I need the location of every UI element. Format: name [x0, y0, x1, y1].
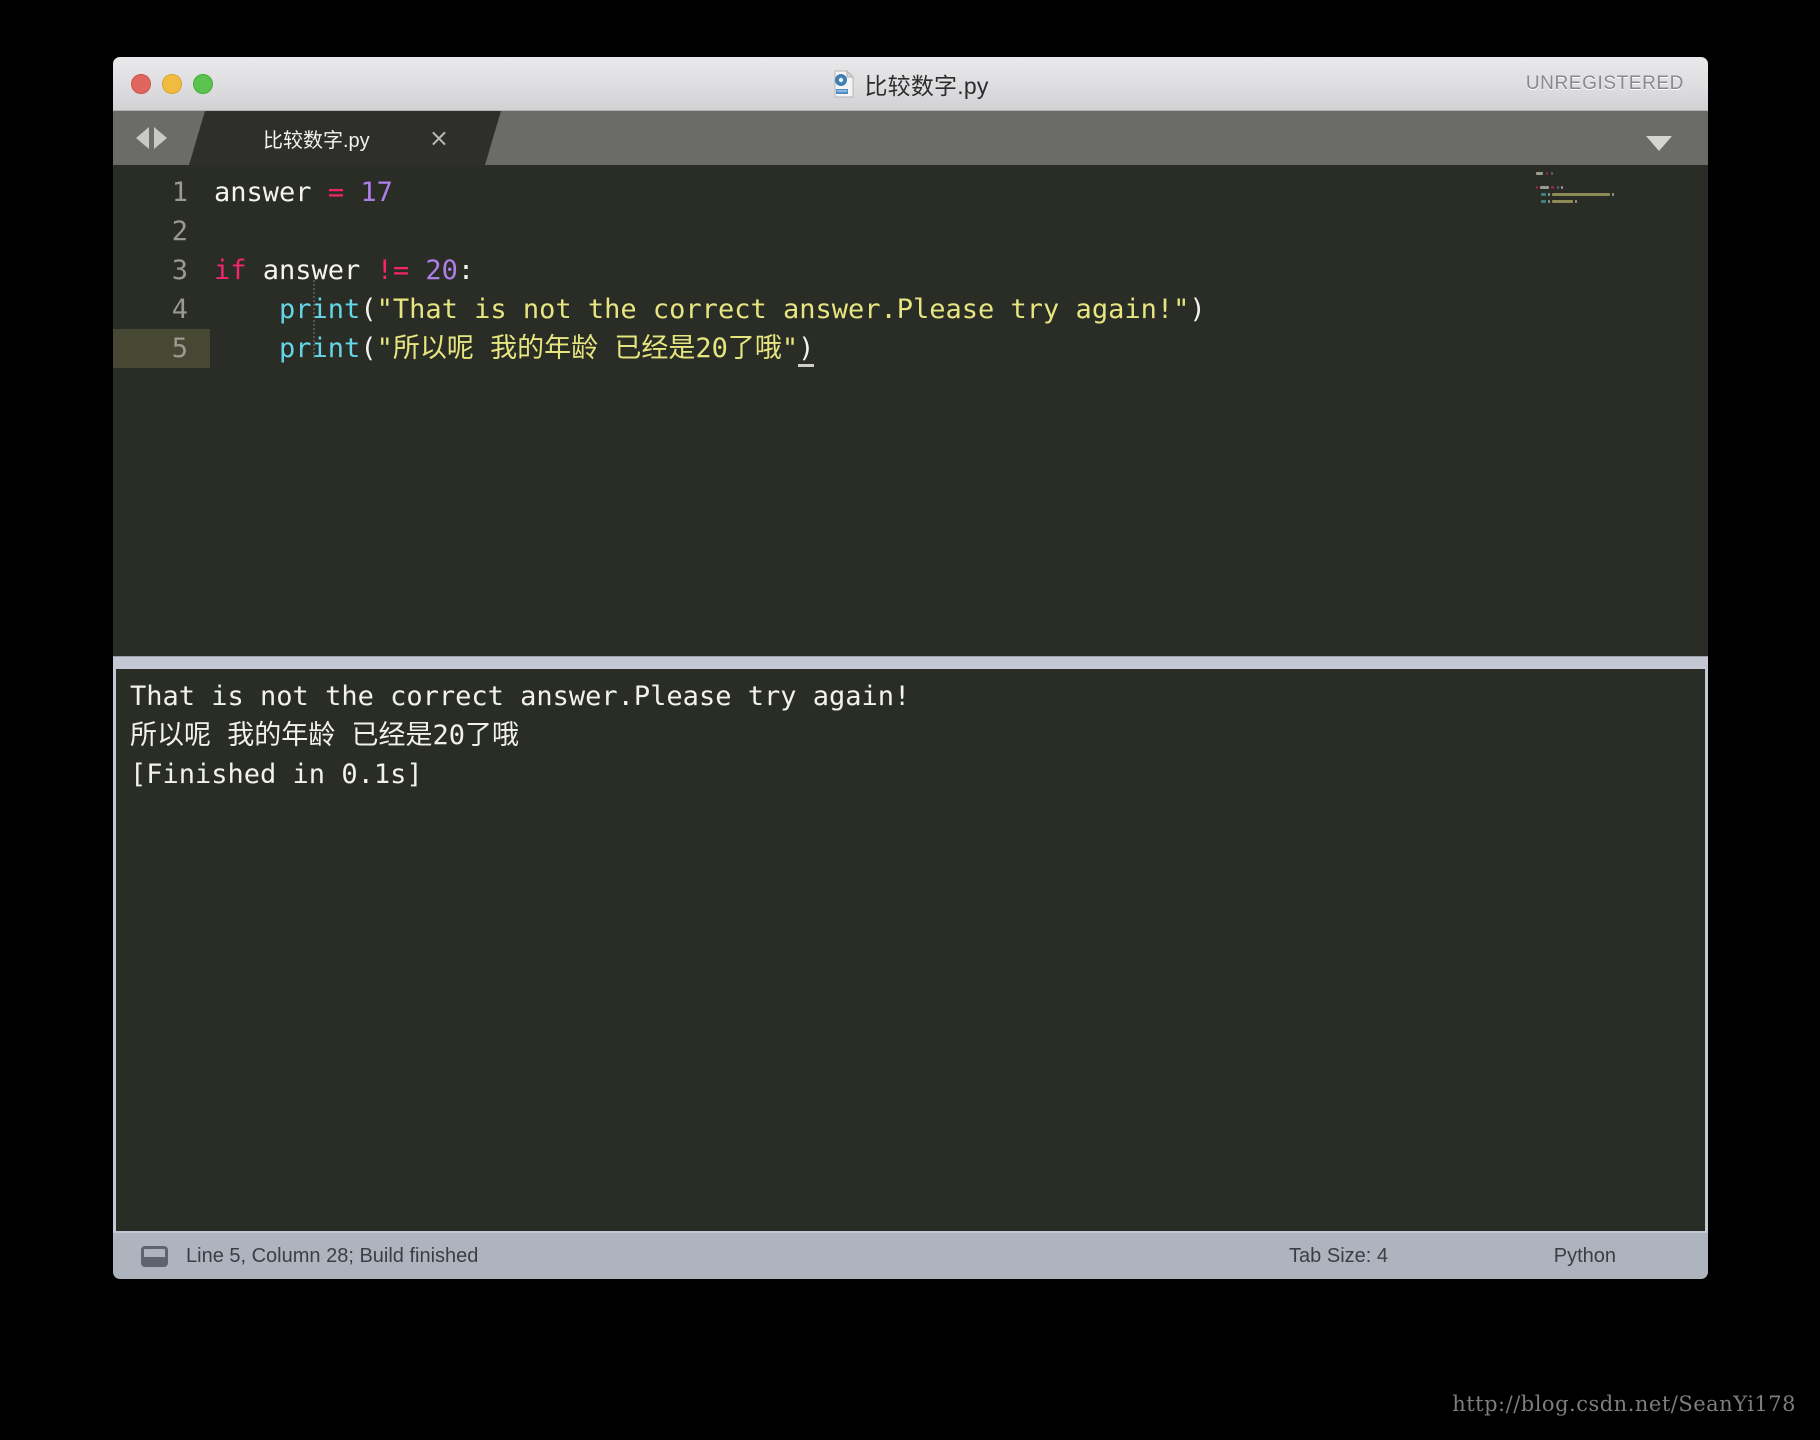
editor-tab-active[interactable]: 比较数字.py × [189, 111, 501, 165]
minimap-line [1536, 171, 1700, 175]
code-content[interactable]: answer = 17 if answer != 20: print("That… [210, 165, 1708, 656]
traffic-light-group [131, 73, 213, 94]
code-token: != [376, 255, 410, 286]
minimap-token [1536, 171, 1543, 175]
code-token: ( [360, 294, 377, 325]
build-output-console[interactable]: That is not the correct answer.Please tr… [113, 669, 1708, 1231]
code-token: print [279, 294, 361, 325]
minimap-line [1536, 192, 1700, 196]
code-line: if answer != 20: [210, 251, 1708, 290]
code-token: = [327, 177, 345, 208]
code-token: "That is not the correct answer.Please t… [376, 294, 1190, 325]
license-badge: UNREGISTERED [1525, 72, 1684, 94]
sublime-text-window: 比较数字.py UNREGISTERED 比较数字.py × 1 2 3 4 5… [113, 57, 1708, 1279]
tab-label: 比较数字.py [263, 129, 370, 152]
code-line: print("That is not the correct answer.Pl… [210, 290, 1708, 329]
code-token: print [279, 333, 361, 364]
code-token: if [214, 255, 247, 286]
minimap-line [1536, 185, 1700, 189]
code-line-active: print("所以呢 我的年龄 已经是20了哦") [210, 329, 1708, 368]
code-token: : [457, 255, 475, 286]
close-window-button[interactable] [131, 73, 151, 94]
console-line: That is not the correct answer.Please tr… [130, 681, 911, 712]
minimap-token [1551, 171, 1554, 175]
code-editor[interactable]: 1 2 3 4 5 answer = 17 if answer != 20: p… [113, 165, 1708, 656]
line-number: 1 [171, 177, 188, 208]
chevron-down-icon[interactable] [1646, 136, 1672, 151]
code-token: "所以呢 我的年龄 已经是20了哦" [376, 333, 799, 364]
minimap-token [1575, 199, 1578, 203]
panel-splitter[interactable] [113, 656, 1708, 669]
tab-navigation-arrows [113, 111, 189, 165]
status-bar: Line 5, Column 28; Build finished Tab Si… [113, 1231, 1708, 1279]
line-number: 2 [171, 216, 188, 247]
minimap-token [1552, 199, 1574, 203]
minimap-token [1540, 192, 1547, 196]
console-line: [Finished in 0.1s] [130, 759, 423, 790]
minimap-token [1548, 192, 1551, 196]
minimap-token [1561, 185, 1564, 189]
python-file-icon [832, 69, 855, 98]
code-token: 17 [360, 177, 393, 208]
minimap-line [1536, 199, 1700, 203]
cursor-position-status: Line 5, Column 28; Build finished [186, 1244, 479, 1267]
code-token: ) [798, 333, 815, 367]
minimap-token [1548, 199, 1551, 203]
line-number-active: 5 [113, 329, 210, 368]
console-toggle-icon[interactable] [141, 1245, 168, 1267]
tab-size-status[interactable]: Tab Size: 4 [1289, 1245, 1388, 1268]
code-token: answer [214, 177, 312, 208]
code-token: ( [360, 333, 377, 364]
line-number: 4 [171, 294, 188, 325]
minimize-window-button[interactable] [162, 73, 182, 94]
window-title: 比较数字.py [864, 72, 989, 99]
indent-guide [313, 280, 316, 358]
console-line: 所以呢 我的年龄 已经是20了哦 [130, 720, 520, 751]
minimap-token [1556, 185, 1560, 189]
minimap-token [1546, 171, 1549, 175]
line-number: 3 [171, 255, 188, 286]
watermark-url: http://blog.csdn.net/SeanYi178 [1452, 1392, 1796, 1416]
code-token: ) [1189, 294, 1206, 325]
line-number-gutter: 1 2 3 4 5 [113, 165, 210, 656]
minimap-token [1540, 185, 1550, 189]
minimap-token [1611, 192, 1614, 196]
minimap-token [1552, 192, 1610, 196]
code-line: answer = 17 [210, 173, 1708, 212]
code-minimap[interactable] [1528, 165, 1708, 656]
minimap-token [1536, 185, 1539, 189]
window-titlebar: 比较数字.py UNREGISTERED [113, 57, 1708, 111]
close-icon[interactable]: × [429, 126, 449, 150]
code-token: answer [246, 255, 377, 286]
syntax-mode-status[interactable]: Python [1554, 1245, 1616, 1268]
minimap-token [1551, 185, 1554, 189]
code-token: 20 [425, 255, 458, 286]
minimap-token [1540, 199, 1547, 203]
tab-bar: 比较数字.py × [113, 111, 1708, 165]
nav-forward-icon[interactable] [153, 127, 167, 149]
maximize-window-button[interactable] [193, 73, 213, 94]
minimap-line [1536, 178, 1700, 182]
window-title-group: 比较数字.py [113, 67, 1708, 101]
nav-back-icon[interactable] [135, 127, 149, 149]
